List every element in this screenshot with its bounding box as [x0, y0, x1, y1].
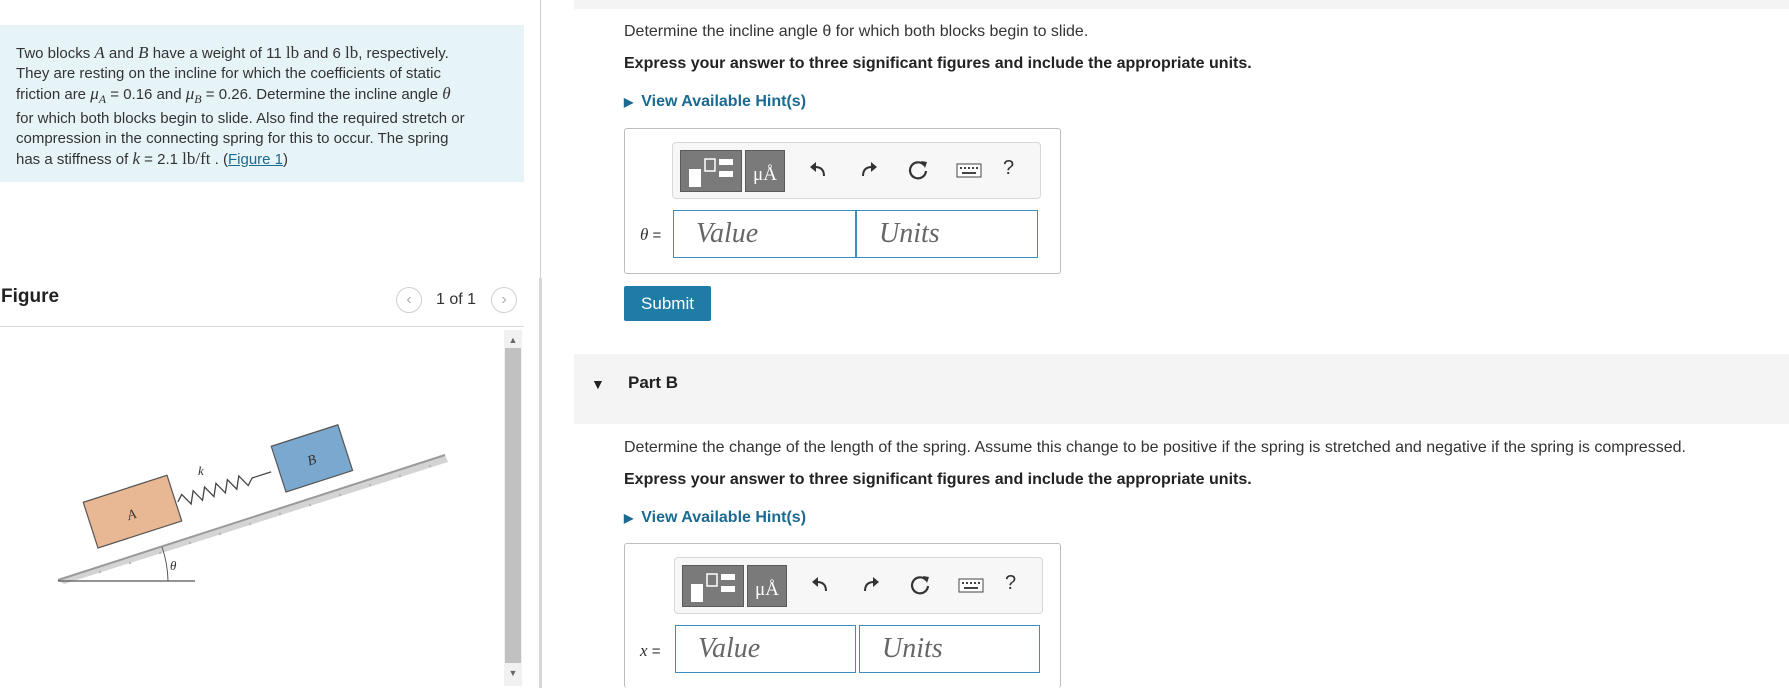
part-a-question: Determine the incline angle θ for which … — [624, 23, 1089, 40]
units-button[interactable]: μÅ — [747, 565, 787, 607]
figure-link[interactable]: Figure 1 — [228, 151, 283, 168]
chevron-right-icon: › — [501, 291, 507, 308]
redo-icon — [862, 162, 877, 177]
scroll-down-icon[interactable]: ▼ — [504, 666, 522, 680]
undo-button[interactable] — [809, 160, 829, 180]
part-a-units-input[interactable]: Units — [856, 210, 1038, 258]
part-a-hint-toggle[interactable]: ▶ View Available Hint(s) — [624, 93, 806, 111]
caret-right-icon: ▶ — [624, 511, 634, 525]
figure-image: θ A k B — [57, 424, 448, 584]
chevron-left-icon: ‹ — [406, 291, 412, 308]
part-b-value-input[interactable]: Value — [675, 625, 856, 673]
scroll-up-icon[interactable]: ▲ — [504, 333, 522, 347]
part-a-variable-label: θ = — [640, 225, 662, 244]
undo-button[interactable] — [811, 575, 831, 595]
part-a-instruction: Express your answer to three significant… — [624, 55, 1252, 72]
units-button[interactable]: μÅ — [745, 150, 785, 192]
reset-button[interactable] — [910, 574, 932, 596]
caret-down-icon[interactable]: ▼ — [591, 376, 605, 392]
reset-icon — [908, 161, 928, 180]
part-b-variable-label: x = — [640, 641, 661, 660]
undo-icon — [810, 162, 825, 177]
part-b-hint-toggle[interactable]: ▶ View Available Hint(s) — [624, 509, 806, 527]
help-button[interactable]: ? — [1005, 572, 1016, 595]
part-a-value-input[interactable]: Value — [673, 210, 856, 258]
redo-icon — [864, 577, 879, 592]
reset-button[interactable] — [908, 159, 930, 181]
label-k: k — [198, 463, 204, 478]
figure-prev-button[interactable]: ‹ — [396, 287, 422, 313]
redo-button[interactable] — [860, 575, 880, 595]
figure-pager: 1 of 1 — [436, 291, 477, 308]
templates-icon — [689, 158, 733, 187]
part-a-header-bar — [574, 0, 1789, 9]
part-b-instruction: Express your answer to three significant… — [624, 471, 1252, 488]
label-theta: θ — [170, 558, 177, 573]
part-b-question: Determine the change of the length of th… — [624, 439, 1686, 456]
redo-button[interactable] — [858, 160, 878, 180]
templates-button[interactable] — [680, 150, 742, 192]
undo-icon — [812, 577, 827, 592]
keyboard-icon — [956, 163, 982, 178]
keyboard-button[interactable] — [956, 163, 982, 179]
figure-heading: Figure — [1, 286, 60, 307]
spring — [177, 471, 272, 506]
part-b-header-bar[interactable] — [574, 354, 1789, 424]
part-a-toolbar: μÅ ? — [672, 142, 1041, 199]
templates-button[interactable] — [682, 565, 744, 607]
figure-next-button[interactable]: › — [491, 287, 517, 313]
help-button[interactable]: ? — [1003, 157, 1014, 180]
block-b: B — [270, 424, 354, 493]
part-b-title[interactable]: Part B — [628, 373, 678, 393]
figure-scrollbar-thumb[interactable] — [505, 348, 521, 663]
keyboard-button[interactable] — [958, 578, 984, 594]
problem-statement: Two blocks A and B have a weight of 11 l… — [16, 43, 465, 168]
part-b-units-input[interactable]: Units — [859, 625, 1040, 673]
figure-divider — [0, 326, 524, 327]
part-b-toolbar: μÅ ? — [674, 557, 1043, 614]
part-a-submit-button[interactable]: Submit — [624, 286, 711, 321]
caret-right-icon: ▶ — [624, 95, 634, 109]
panel-divider-handle[interactable] — [539, 278, 542, 688]
templates-icon — [691, 573, 735, 602]
block-a: A — [82, 474, 183, 549]
reset-icon — [910, 576, 930, 595]
keyboard-icon — [958, 578, 984, 593]
